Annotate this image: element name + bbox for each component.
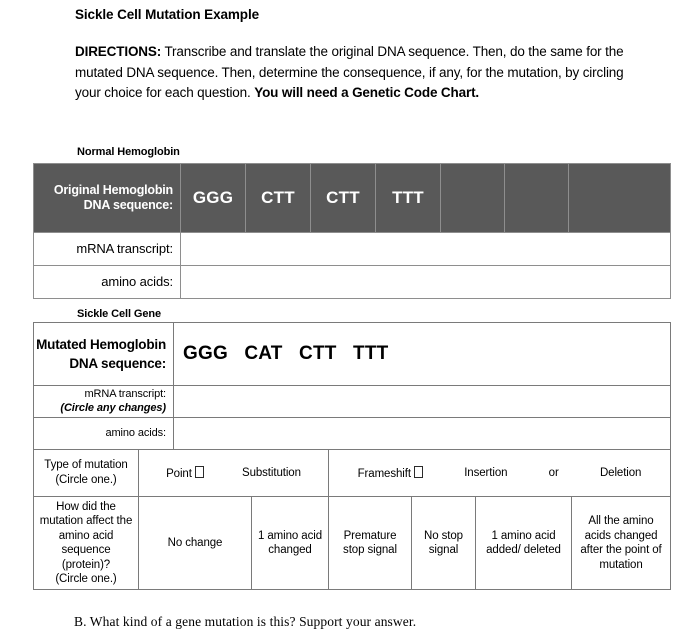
normal-codon-6[interactable]	[504, 163, 569, 233]
intro-block: Sickle Cell Mutation Example DIRECTIONS:…	[75, 6, 635, 104]
mutation-option-or: or	[548, 467, 559, 479]
mutation-effect-label-text: How did the mutation affect the amino ac…	[39, 500, 133, 571]
mutation-option-substitution[interactable]: Substitution	[242, 467, 301, 479]
effect-option-no-stop-signal[interactable]: No stop signal	[411, 496, 476, 590]
normal-codon-1[interactable]: GGG	[180, 163, 246, 233]
mutation-effect-label: How did the mutation affect the amino ac…	[33, 496, 139, 590]
directions-paragraph: DIRECTIONS: Transcribe and translate the…	[75, 42, 635, 104]
mutation-type-group-frameshift: Frameshift Insertion or Deletion	[328, 449, 671, 497]
normal-amino-acids-answer-field[interactable]	[180, 265, 671, 299]
mutation-option-insertion[interactable]: Insertion	[464, 467, 507, 479]
effect-option-premature-stop-signal[interactable]: Premature stop signal	[328, 496, 412, 590]
mutation-type-label: Type of mutation (Circle one.)	[33, 449, 139, 497]
point-option-text: Point	[166, 468, 192, 480]
sickle-section-caption: Sickle Cell Gene	[77, 308, 161, 320]
mutation-effect-instruction: (Circle one.)	[55, 573, 117, 585]
mutation-type-group-point: Point Substitution	[138, 449, 329, 497]
effect-option-one-amino-acid-added-deleted[interactable]: 1 amino acid added/ deleted	[475, 496, 572, 590]
sickle-amino-acids-label: amino acids:	[33, 417, 174, 450]
table-row: amino acids:	[33, 265, 671, 299]
sickle-mrna-circle-hint: (Circle any changes)	[60, 401, 166, 414]
table-row: mRNA transcript: (Circle any changes)	[33, 385, 671, 418]
mutation-option-frameshift[interactable]: Frameshift	[358, 466, 423, 480]
sickle-mrna-label-text: mRNA transcript:	[84, 388, 166, 400]
table-row: Original Hemoglobin DNA sequence: GGG CT…	[33, 163, 671, 233]
normal-codon-7[interactable]	[568, 163, 671, 233]
mutation-type-label-text: Type of mutation	[44, 459, 128, 471]
normal-section-caption: Normal Hemoglobin	[77, 146, 180, 158]
normal-mrna-answer-field[interactable]	[180, 232, 671, 266]
normal-amino-acids-label: amino acids:	[33, 265, 181, 299]
table-row: mRNA transcript:	[33, 232, 671, 266]
normal-codon-4[interactable]: TTT	[375, 163, 441, 233]
normal-codon-5[interactable]	[440, 163, 505, 233]
effect-option-all-amino-acids-changed[interactable]: All the amino acids changed after the po…	[571, 496, 671, 590]
normal-codon-2[interactable]: CTT	[245, 163, 311, 233]
mutation-option-deletion[interactable]: Deletion	[600, 467, 642, 479]
normal-mrna-label: mRNA transcript:	[33, 232, 181, 266]
mutation-option-point[interactable]: Point	[166, 466, 204, 480]
frameshift-option-text: Frameshift	[357, 468, 411, 480]
effect-option-one-amino-acid-changed[interactable]: 1 amino acid changed	[251, 496, 329, 590]
table-row: Mutated Hemoglobin DNA sequence: GGG CAT…	[33, 322, 671, 386]
page-title: Sickle Cell Mutation Example	[75, 7, 260, 22]
normal-codon-3[interactable]: CTT	[310, 163, 376, 233]
directions-bold-tail: You will need a Genetic Code Chart.	[254, 85, 480, 100]
mutated-dna-sequence-value[interactable]: GGG CAT CTT TTT	[173, 322, 671, 386]
table-row: Type of mutation (Circle one.) Point Sub…	[33, 449, 671, 497]
table-row: amino acids:	[33, 417, 671, 450]
directions-label: DIRECTIONS:	[75, 44, 162, 59]
table-row: How did the mutation affect the amino ac…	[33, 496, 671, 590]
sickle-mrna-answer-field[interactable]	[173, 385, 671, 418]
original-dna-sequence-label: Original Hemoglobin DNA sequence:	[33, 163, 181, 233]
missing-glyph-box-icon	[194, 466, 204, 478]
bottom-question-text: B. What kind of a gene mutation is this?…	[74, 614, 417, 629]
normal-hemoglobin-table: Original Hemoglobin DNA sequence: GGG CT…	[33, 163, 671, 299]
sickle-cell-gene-table: Mutated Hemoglobin DNA sequence: GGG CAT…	[33, 322, 671, 590]
effect-option-no-change[interactable]: No change	[138, 496, 252, 590]
mutation-type-instruction: (Circle one.)	[55, 474, 117, 486]
missing-glyph-box-icon	[413, 466, 423, 478]
sickle-amino-acids-answer-field[interactable]	[173, 417, 671, 450]
sickle-mrna-label: mRNA transcript: (Circle any changes)	[33, 385, 174, 418]
mutated-dna-sequence-label: Mutated Hemoglobin DNA sequence:	[33, 322, 174, 386]
